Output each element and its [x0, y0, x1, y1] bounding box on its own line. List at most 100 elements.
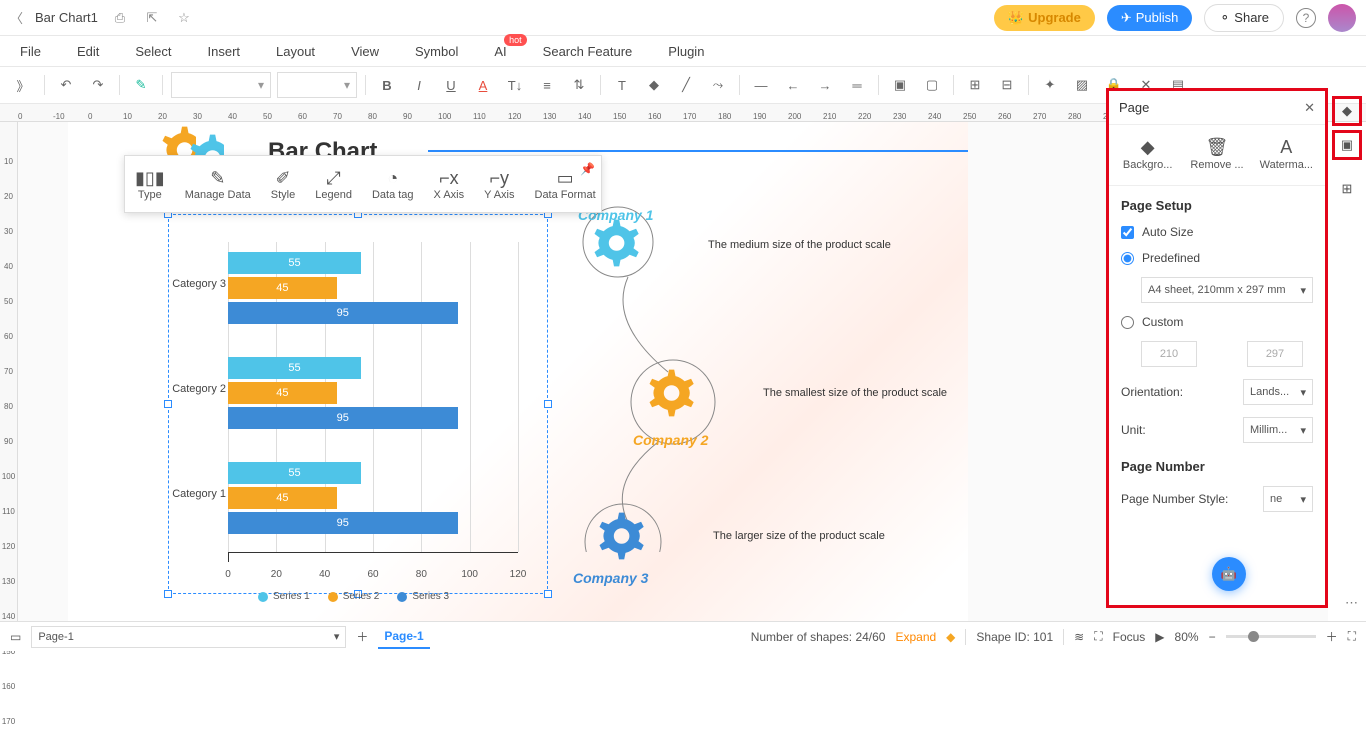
diamond-icon: ◆ — [946, 630, 955, 644]
gear-icon — [593, 510, 653, 570]
pin-icon[interactable]: 📌 — [580, 162, 595, 176]
gear-icon — [588, 217, 643, 272]
zoom-out-icon[interactable]: − — [1209, 630, 1216, 644]
redo-icon[interactable]: ↷ — [85, 72, 111, 98]
beautify-icon[interactable]: ✦ — [1037, 72, 1063, 98]
export-icon[interactable]: ⇱ — [142, 8, 162, 28]
watermark-button[interactable]: AWaterma... — [1256, 135, 1316, 171]
expand-link[interactable]: Expand — [895, 630, 936, 644]
bring-front-icon[interactable]: ▣ — [887, 72, 913, 98]
font-family-select[interactable]: ▾ — [171, 72, 271, 98]
font-color-icon[interactable]: A — [470, 72, 496, 98]
add-page-icon[interactable]: ＋ — [356, 628, 368, 645]
gear-icon — [643, 367, 708, 432]
arrow-start-icon[interactable]: ← — [780, 72, 806, 98]
focus-icon[interactable]: ⛶ — [1094, 629, 1102, 644]
chart-style-button[interactable]: ✐Style — [261, 167, 305, 201]
bold-icon[interactable]: B — [374, 72, 400, 98]
predefined-select[interactable]: A4 sheet, 210mm x 297 mm▾ — [1141, 277, 1313, 303]
document-title: Bar Chart1 — [35, 10, 98, 25]
presentation-icon[interactable]: ▶ — [1155, 630, 1164, 644]
line-style-icon[interactable]: — — [748, 72, 774, 98]
line-weight-icon[interactable]: ═ — [844, 72, 870, 98]
font-size-select[interactable]: ▾ — [277, 72, 357, 98]
chart-yaxis-button[interactable]: ⌐yY Axis — [474, 167, 524, 201]
menu-insert[interactable]: Insert — [208, 44, 241, 59]
page-settings-icon[interactable]: ▣ — [1332, 130, 1362, 160]
group-icon[interactable]: ⊞ — [962, 72, 988, 98]
connector-icon[interactable]: ⤳ — [705, 72, 731, 98]
chart-xaxis-button[interactable]: ⌐xX Axis — [424, 167, 475, 201]
menu-select[interactable]: Select — [135, 44, 171, 59]
auto-size-checkbox[interactable] — [1121, 226, 1134, 239]
page-tab[interactable]: Page-1 — [378, 625, 429, 649]
page-setup-heading: Page Setup — [1121, 198, 1313, 213]
pages-icon[interactable]: ▭ — [10, 630, 21, 644]
fullscreen-icon[interactable]: ⛶ — [1348, 629, 1356, 644]
resize-handle[interactable] — [164, 590, 172, 598]
menu-layout[interactable]: Layout — [276, 44, 315, 59]
chart-type-button[interactable]: ▮▯▮Type — [125, 167, 175, 201]
assistant-icon[interactable]: 🤖 — [1212, 557, 1246, 591]
arrow-end-icon[interactable]: → — [812, 72, 838, 98]
custom-width-input[interactable] — [1141, 341, 1197, 367]
grid-icon[interactable]: ⊞ — [1332, 174, 1362, 204]
underline-icon[interactable]: U — [438, 72, 464, 98]
ungroup-icon[interactable]: ⊟ — [994, 72, 1020, 98]
text-direction-icon[interactable]: T↓ — [502, 72, 528, 98]
italic-icon[interactable]: I — [406, 72, 432, 98]
save-icon[interactable]: ⎙ — [110, 8, 130, 28]
menu-symbol[interactable]: Symbol — [415, 44, 458, 59]
unit-select[interactable]: Millim...▾ — [1243, 417, 1313, 443]
upgrade-button[interactable]: 👑 Upgrade — [994, 5, 1095, 31]
text-box-icon[interactable]: T — [609, 72, 635, 98]
predefined-radio[interactable] — [1121, 252, 1134, 265]
help-icon[interactable]: ? — [1296, 8, 1316, 28]
zoom-in-icon[interactable]: ＋ — [1326, 628, 1338, 645]
align-icon[interactable]: ≡ — [534, 72, 560, 98]
more-icon[interactable]: ⋯ — [1345, 595, 1358, 611]
page-panel: Page ✕ ◆Backgro... 🗑Remove ... AWaterma.… — [1106, 88, 1328, 608]
page-select[interactable]: Page-1▾ — [31, 626, 346, 648]
publish-button[interactable]: ✈ Publish — [1107, 5, 1193, 31]
chart-datatag-button[interactable]: ◔Data tag — [362, 167, 424, 201]
avatar[interactable] — [1328, 4, 1356, 32]
custom-height-input[interactable] — [1247, 341, 1303, 367]
expand-panel-icon[interactable]: 》 — [10, 72, 36, 98]
send-back-icon[interactable]: ▢ — [919, 72, 945, 98]
zoom-level[interactable]: 80% — [1175, 630, 1199, 644]
menu-view[interactable]: View — [351, 44, 379, 59]
panel-title: Page — [1119, 100, 1149, 115]
fill-icon[interactable]: ◆ — [641, 72, 667, 98]
remove-button[interactable]: 🗑Remove ... — [1187, 135, 1247, 171]
theme-icon[interactable]: ◆ — [1332, 96, 1362, 126]
orientation-select[interactable]: Lands...▾ — [1243, 379, 1313, 405]
ruler-vertical: 1020304050607080901001101201301401501601… — [0, 122, 18, 621]
layers-icon[interactable]: ≋ — [1074, 630, 1084, 644]
close-icon[interactable]: ✕ — [1304, 100, 1315, 116]
menu-plugin[interactable]: Plugin — [668, 44, 704, 59]
star-icon[interactable]: ☆ — [174, 8, 194, 28]
pagenum-style-select[interactable]: ne▾ — [1263, 486, 1313, 512]
line-spacing-icon[interactable]: ⇅ — [566, 72, 592, 98]
background-button[interactable]: ◆Backgro... — [1118, 135, 1178, 171]
resize-handle[interactable] — [164, 400, 172, 408]
undo-icon[interactable]: ↶ — [53, 72, 79, 98]
share-button[interactable]: ⚬ Share — [1204, 4, 1284, 32]
crop-icon[interactable]: ▨ — [1069, 72, 1095, 98]
manage-data-button[interactable]: ✎Manage Data — [175, 167, 261, 201]
shape-id: Shape ID: 101 — [976, 630, 1053, 644]
format-painter-icon[interactable]: ✎ — [128, 72, 154, 98]
bar-chart[interactable]: 020406080100120Category 3554595Category … — [228, 242, 548, 562]
resize-handle[interactable] — [544, 590, 552, 598]
chart-legend-button[interactable]: ⤢Legend — [305, 167, 362, 201]
zoom-slider[interactable] — [1226, 635, 1316, 638]
company-desc: The larger size of the product scale — [713, 530, 885, 542]
custom-radio[interactable] — [1121, 316, 1134, 329]
menu-ai[interactable]: AIhot — [494, 44, 506, 59]
menu-edit[interactable]: Edit — [77, 44, 99, 59]
menu-search[interactable]: Search Feature — [543, 44, 633, 59]
back-icon[interactable]: 〈 — [10, 8, 23, 27]
menu-file[interactable]: File — [20, 44, 41, 59]
line-color-icon[interactable]: ╱ — [673, 72, 699, 98]
